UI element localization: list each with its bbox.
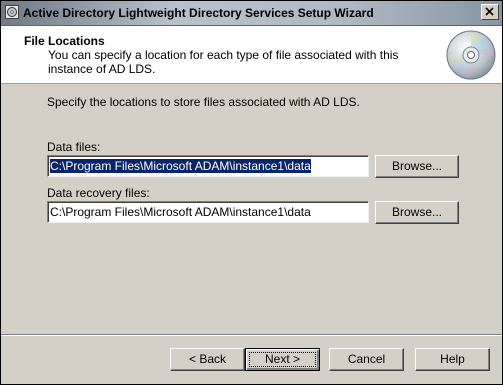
data-files-input[interactable]: C:\Program Files\Microsoft ADAM\instance…: [47, 155, 369, 177]
close-icon: [485, 7, 494, 16]
cancel-button[interactable]: Cancel: [329, 348, 404, 371]
page-description: You can specify a location for each type…: [48, 48, 399, 76]
data-files-browse-button[interactable]: Browse...: [375, 155, 459, 178]
data-files-label: Data files:: [47, 140, 101, 154]
data-recovery-files-input[interactable]: C:\Program Files\Microsoft ADAM\instance…: [47, 201, 369, 223]
setup-wizard-window: Active Directory Lightweight Directory S…: [0, 0, 503, 385]
next-button-label: Next >: [264, 352, 300, 366]
data-recovery-files-browse-button[interactable]: Browse...: [375, 201, 459, 224]
close-button[interactable]: [481, 4, 499, 20]
window-title: Active Directory Lightweight Directory S…: [23, 6, 374, 20]
instructions-text: Specify the locations to store files ass…: [47, 95, 360, 109]
data-recovery-files-value: C:\Program Files\Microsoft ADAM\instance…: [50, 205, 311, 219]
title-bar[interactable]: Active Directory Lightweight Directory S…: [1, 1, 502, 26]
setup-disc-icon: [5, 5, 19, 19]
data-recovery-files-label: Data recovery files:: [47, 186, 150, 200]
page-title: File Locations: [24, 34, 105, 48]
back-button[interactable]: < Back: [170, 348, 245, 371]
help-button[interactable]: Help: [415, 348, 490, 371]
data-files-value: C:\Program Files\Microsoft ADAM\instance…: [50, 159, 311, 173]
footer-divider: [1, 334, 502, 336]
next-button[interactable]: Next >: [245, 348, 320, 371]
wizard-header: File Locations You can specify a locatio…: [1, 26, 502, 84]
cd-disc-icon: [446, 30, 496, 80]
